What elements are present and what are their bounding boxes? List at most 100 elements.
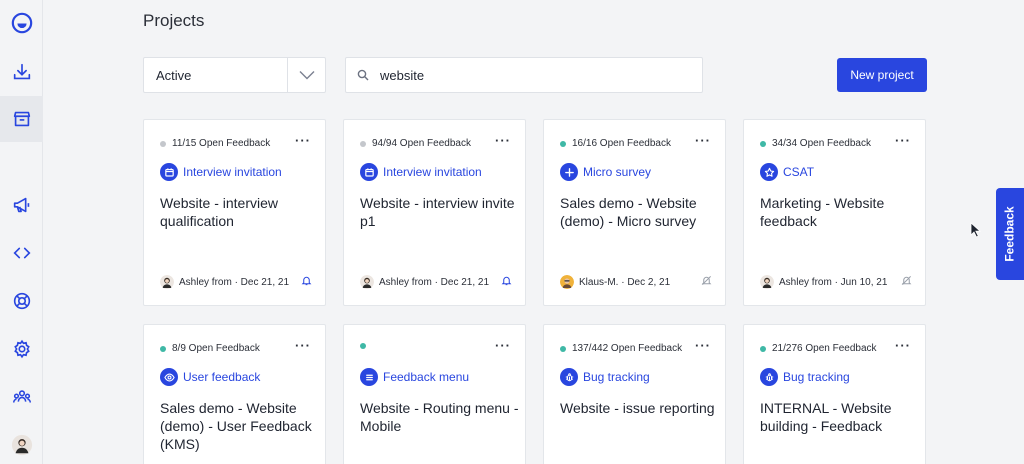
project-card[interactable]: 8/9 Open Feedback ··· User feedback Sales d…: [143, 324, 326, 464]
project-type-label: User feedback: [183, 370, 261, 384]
author-date: Ashley from · Dec 21, 21: [179, 276, 290, 288]
project-card[interactable]: 21/276 Open Feedback ··· Bug tracking INTER…: [743, 324, 926, 464]
project-type-label: Interview invitation: [183, 165, 282, 179]
team-icon[interactable]: [0, 374, 43, 420]
project-type-label: Bug tracking: [583, 370, 650, 384]
project-title[interactable]: Website - issue reporting: [560, 399, 720, 417]
more-options-button[interactable]: ···: [295, 133, 311, 148]
code-icon[interactable]: [0, 230, 43, 276]
open-feedback-count: 16/16 Open Feedback: [560, 138, 671, 149]
archive-icon[interactable]: [0, 96, 43, 142]
project-type-label: Interview invitation: [383, 165, 482, 179]
project-title[interactable]: Sales demo - Website (demo) - User Feedb…: [160, 399, 320, 453]
author-date: Ashley from · Jun 10, 21: [779, 276, 888, 288]
more-options-button[interactable]: ···: [295, 338, 311, 353]
project-title[interactable]: Marketing - Website feedback: [760, 194, 920, 230]
feedback-tab-label: Feedback: [1003, 206, 1018, 262]
author-date: Klaus-M. · Dec 2, 21: [579, 276, 671, 288]
project-title[interactable]: Website - interview qualification: [160, 194, 320, 230]
project-card[interactable]: 34/34 Open Feedback ··· CSAT Marketing - We…: [743, 119, 926, 306]
open-feedback-count: 34/34 Open Feedback: [760, 138, 871, 149]
more-options-button[interactable]: ···: [495, 133, 511, 148]
open-feedback-count: 21/276 Open Feedback: [760, 343, 877, 354]
open-feedback-text: 137/442 Open Feedback: [572, 343, 683, 354]
avatar[interactable]: [0, 422, 43, 464]
search-icon: [346, 69, 380, 81]
mouse-cursor-icon: [970, 222, 982, 243]
status-dot: [560, 140, 566, 147]
open-feedback-count: 8/9 Open Feedback: [160, 343, 260, 354]
project-footer: Klaus-M. · Dec 2, 21: [560, 275, 712, 289]
avatar: [760, 275, 774, 289]
status-dot: [360, 343, 366, 349]
more-options-button[interactable]: ···: [895, 338, 911, 353]
author-date: Ashley from · Dec 21, 21: [379, 276, 490, 288]
status-dot: [760, 345, 766, 352]
avatar: [360, 275, 374, 289]
bell-off-icon[interactable]: [901, 275, 912, 289]
open-feedback-text: 94/94 Open Feedback: [372, 138, 471, 149]
project-card[interactable]: 16/16 Open Feedback ··· Micro survey Sales …: [543, 119, 726, 306]
page-title: Projects: [143, 11, 205, 30]
open-feedback-count: 94/94 Open Feedback: [360, 138, 471, 149]
gear-icon[interactable]: [0, 326, 43, 372]
status-dot: [160, 345, 166, 352]
open-feedback-text: 16/16 Open Feedback: [572, 138, 671, 149]
more-options-button[interactable]: ···: [895, 133, 911, 148]
main-content: Projects Active New project 11/15 Open F…: [43, 0, 1024, 464]
status-filter-select[interactable]: Active: [143, 57, 326, 93]
avatar: [160, 275, 174, 289]
avatar: [560, 275, 574, 289]
project-card[interactable]: 137/442 Open Feedback ··· Bug tracking Webs…: [543, 324, 726, 464]
open-feedback-count: 137/442 Open Feedback: [560, 343, 682, 354]
open-feedback-count: 11/15 Open Feedback: [160, 138, 270, 149]
project-type-label: Bug tracking: [783, 370, 850, 384]
status-dot: [360, 140, 366, 147]
project-footer: Ashley from · Jun 10, 21: [760, 275, 912, 289]
project-card[interactable]: 94/94 Open Feedback ··· Interview invitati…: [343, 119, 526, 306]
more-options-button[interactable]: ···: [495, 338, 511, 353]
bell-icon[interactable]: [301, 275, 312, 289]
feedback-tab-button[interactable]: Feedback: [996, 188, 1024, 280]
plus-icon: [560, 163, 578, 181]
search-input[interactable]: [380, 67, 680, 83]
project-card[interactable]: 11/15 Open Feedback ··· Interview invitati…: [143, 119, 326, 306]
open-feedback-text: 21/276 Open Feedback: [772, 343, 877, 354]
project-type: Bug tracking: [760, 368, 850, 386]
bug-icon: [760, 368, 778, 386]
open-feedback-count: [360, 343, 372, 349]
status-dot: [160, 140, 166, 147]
status-filter-value: Active: [156, 67, 192, 83]
bell-icon[interactable]: [501, 275, 512, 289]
open-feedback-text: 11/15 Open Feedback: [172, 138, 271, 149]
project-title[interactable]: Website - Routing menu - Mobile: [360, 399, 520, 435]
project-footer: Ashley from · Dec 21, 21: [160, 275, 312, 289]
lifebuoy-icon[interactable]: [0, 278, 43, 324]
project-title[interactable]: INTERNAL - Website building - Feedback: [760, 399, 920, 435]
eye-icon: [160, 368, 178, 386]
project-type: CSAT: [760, 163, 814, 181]
project-title[interactable]: Website - interview invite p1: [360, 194, 520, 230]
calendar-icon: [360, 163, 378, 181]
sidebar: [0, 0, 43, 464]
bug-icon: [560, 368, 578, 386]
project-type-label: Micro survey: [583, 165, 652, 179]
more-options-button[interactable]: ···: [695, 133, 711, 148]
more-options-button[interactable]: ···: [695, 338, 711, 353]
project-type: Interview invitation: [160, 163, 282, 181]
chevron-down-icon[interactable]: [287, 58, 325, 92]
bell-off-icon[interactable]: [701, 275, 712, 289]
project-title[interactable]: Sales demo - Website (demo) - Micro surv…: [560, 194, 720, 230]
status-dot: [760, 140, 766, 147]
megaphone-icon[interactable]: [0, 182, 43, 228]
download-icon[interactable]: [0, 49, 43, 95]
project-type: Feedback menu: [360, 368, 469, 386]
calendar-icon: [160, 163, 178, 181]
project-type-label: Feedback menu: [383, 370, 470, 384]
search-box[interactable]: [345, 57, 703, 93]
status-dot: [560, 345, 566, 352]
logo-icon[interactable]: [0, 0, 43, 46]
menu-icon: [360, 368, 378, 386]
new-project-button[interactable]: New project: [837, 58, 927, 92]
project-card[interactable]: ··· Feedback menu Website - Routing menu -…: [343, 324, 526, 464]
